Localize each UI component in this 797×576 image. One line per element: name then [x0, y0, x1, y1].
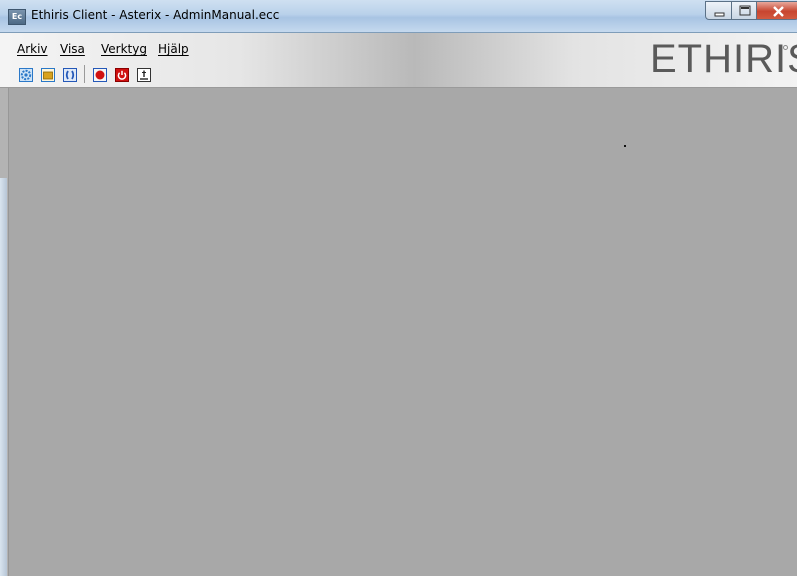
record-button[interactable] — [93, 67, 107, 82]
app-icon: Ec — [8, 9, 26, 25]
record-icon — [93, 68, 107, 82]
power-button[interactable] — [115, 67, 129, 82]
maximize-button[interactable] — [731, 1, 757, 20]
export-button[interactable] — [137, 67, 151, 82]
refresh-button[interactable] — [63, 67, 77, 82]
menu-visa[interactable]: Visa — [60, 42, 85, 56]
open-folder-button[interactable] — [41, 67, 55, 82]
main-window: Ec Ethiris Client - Asterix - AdminManua… — [0, 0, 797, 576]
toolbar-separator — [84, 65, 85, 83]
menu-arkiv[interactable]: Arkiv — [17, 42, 48, 56]
refresh-brackets-icon — [63, 68, 77, 82]
settings-button[interactable] — [19, 67, 33, 82]
menu-toolbar-strip: Arkiv Visa Verktyg Hjälp ETHIRIS — [0, 33, 797, 88]
settings-gear-icon — [19, 68, 33, 82]
menu-verktyg[interactable]: Verktyg — [101, 42, 147, 56]
workspace-area[interactable] — [0, 88, 797, 576]
window-left-border-highlight — [0, 178, 7, 576]
power-icon — [115, 68, 129, 82]
ethiris-logo: ETHIRIS — [650, 37, 797, 81]
menu-hjalp[interactable]: Hjälp — [158, 42, 189, 56]
minimize-icon — [714, 12, 725, 17]
folder-open-icon — [41, 68, 55, 82]
export-arrow-icon — [137, 68, 151, 82]
mouse-cursor-dot — [624, 145, 626, 147]
window-title: Ethiris Client - Asterix - AdminManual.e… — [31, 8, 280, 22]
maximize-icon — [739, 5, 751, 16]
registered-mark-icon — [783, 45, 788, 50]
close-button[interactable] — [756, 1, 797, 20]
close-icon — [773, 6, 784, 17]
minimize-button[interactable] — [705, 1, 732, 20]
title-bar[interactable]: Ec Ethiris Client - Asterix - AdminManua… — [0, 0, 797, 33]
